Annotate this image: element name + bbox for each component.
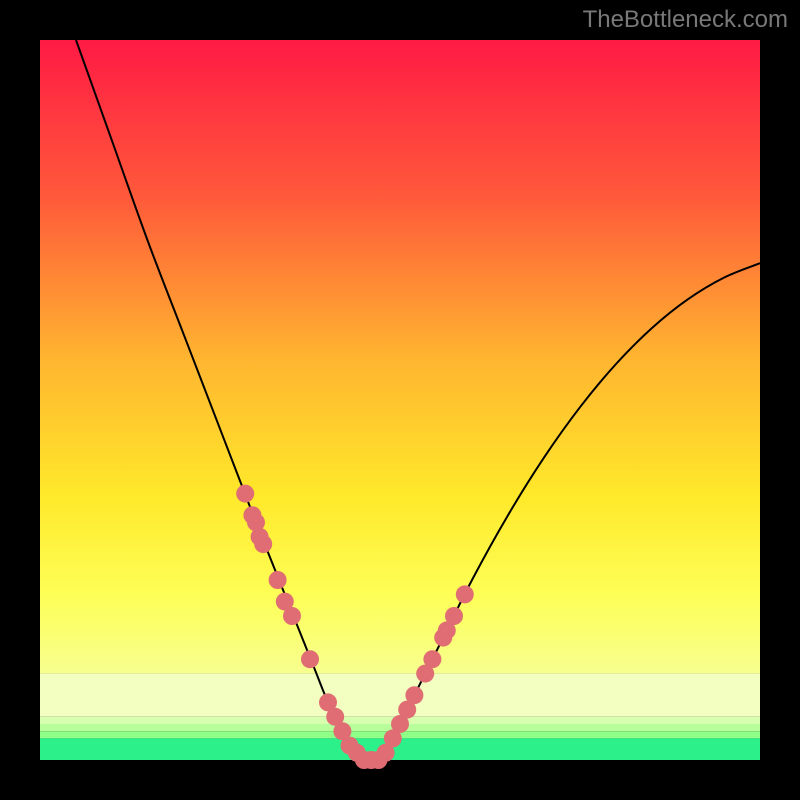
data-marker [405,686,423,704]
data-marker [445,607,463,625]
watermark-text: TheBottleneck.com [583,6,788,34]
data-marker [269,571,287,589]
data-marker [301,650,319,668]
data-marker [456,585,474,603]
data-marker [254,535,272,553]
data-marker [236,485,254,503]
bottleneck-chart [0,0,800,800]
chart-container: TheBottleneck.com [0,0,800,800]
data-marker [283,607,301,625]
data-marker [423,650,441,668]
